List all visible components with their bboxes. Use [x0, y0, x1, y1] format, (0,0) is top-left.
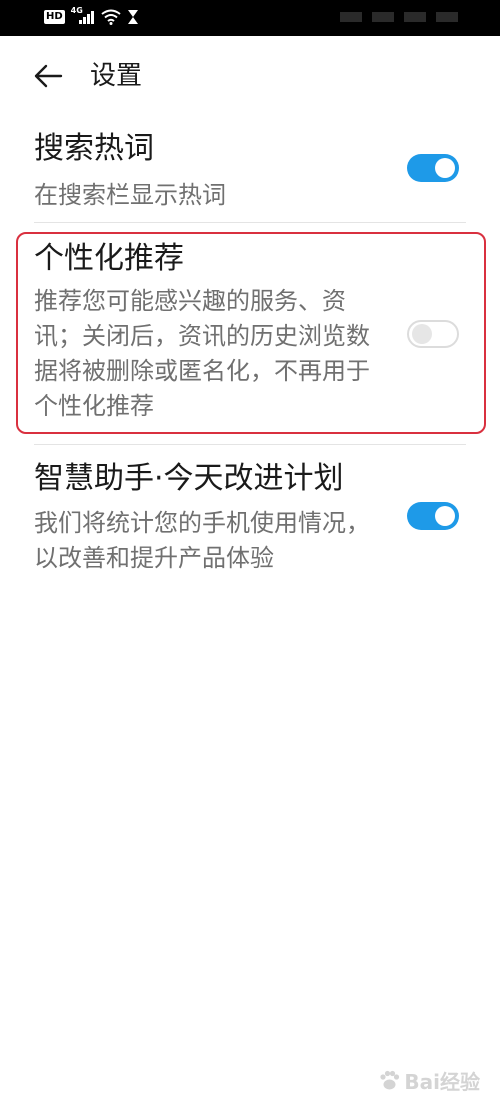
header: 设置: [0, 36, 500, 116]
status-icons-left: HD 4G: [44, 6, 139, 26]
toggle-knob: [435, 158, 455, 178]
paw-icon: [378, 1070, 400, 1092]
setting-title: 智慧助手·今天改进计划: [34, 461, 344, 496]
highlight-box: [16, 232, 486, 434]
search-hot-words-toggle[interactable]: [407, 154, 459, 182]
page-title: 设置: [90, 61, 143, 91]
wifi-icon: [101, 9, 121, 25]
toggle-knob: [435, 506, 455, 526]
smart-assistant-improvement-toggle[interactable]: [407, 502, 459, 530]
setting-description: 在搜索栏显示热词: [34, 181, 226, 209]
back-button[interactable]: [30, 60, 66, 92]
setting-description: 我们将统计您的手机使用情况，以改善和提升产品体验: [34, 509, 370, 572]
hourglass-icon: [127, 10, 138, 24]
arrow-left-icon: [34, 64, 63, 88]
status-icons-right: [340, 12, 458, 22]
divider: [34, 222, 466, 223]
setting-smart-assistant-improvement[interactable]: 智慧助手·今天改进计划 我们将统计您的手机使用情况，以改善和提升产品体验: [0, 456, 500, 580]
setting-search-hot-words[interactable]: 搜索热词 在搜索栏显示热词: [0, 126, 500, 220]
signal-icon: 4G: [71, 6, 95, 26]
hd-icon: HD: [44, 10, 65, 24]
watermark-text: Bai经验: [404, 1070, 480, 1094]
status-bar: HD 4G: [0, 0, 500, 36]
watermark: Bai经验: [378, 1066, 480, 1095]
divider: [34, 444, 466, 445]
setting-title: 搜索热词: [34, 131, 154, 166]
